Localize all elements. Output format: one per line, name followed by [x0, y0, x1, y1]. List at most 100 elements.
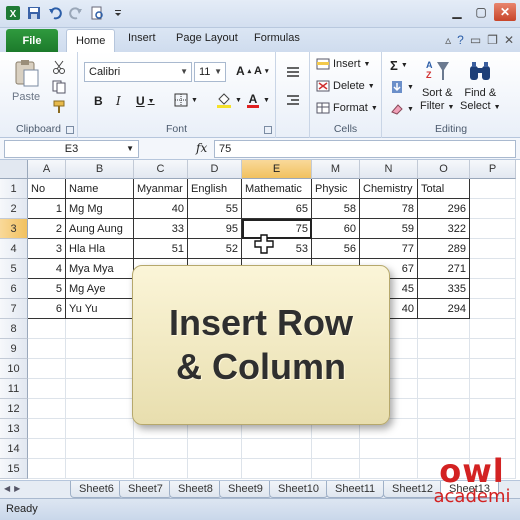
tab-insert[interactable]: Insert — [128, 32, 156, 44]
sheet-tab[interactable]: Sheet8 — [169, 481, 222, 498]
row-header[interactable]: 3 — [0, 219, 28, 239]
grid-cell[interactable]: 289 — [418, 239, 470, 259]
sheet-tab[interactable]: Sheet9 — [219, 481, 272, 498]
grid-cell[interactable] — [28, 359, 66, 379]
workbook-minimize-icon[interactable]: ▭ — [470, 33, 481, 47]
grid-cell[interactable]: 56 — [312, 239, 360, 259]
select-all-corner[interactable] — [0, 160, 28, 179]
grid-cell[interactable] — [418, 399, 470, 419]
undo-icon[interactable] — [46, 4, 64, 22]
grid-cell[interactable] — [470, 339, 516, 359]
sheet-tab[interactable]: Sheet6 — [70, 481, 123, 498]
grid-cell[interactable]: 5 — [28, 279, 66, 299]
row-header[interactable]: 8 — [0, 319, 28, 339]
grid-cell[interactable] — [418, 379, 470, 399]
grid-cell[interactable]: 51 — [134, 239, 188, 259]
indent-icon[interactable] — [286, 94, 300, 106]
grid-cell[interactable] — [242, 439, 312, 459]
grid-cell[interactable] — [66, 359, 134, 379]
grid-cell[interactable] — [470, 379, 516, 399]
header-cell[interactable]: Chemistry — [360, 179, 418, 199]
grid-cell[interactable] — [360, 439, 418, 459]
grid-cell[interactable] — [470, 199, 516, 219]
print-preview-icon[interactable] — [88, 4, 106, 22]
grid-cell[interactable]: Hla Hla — [66, 239, 134, 259]
grid-cell[interactable]: Aung Aung — [66, 219, 134, 239]
column-header[interactable]: P — [470, 160, 516, 179]
grid-cell[interactable] — [66, 399, 134, 419]
grid-cell[interactable]: 53 — [242, 239, 312, 259]
column-header[interactable]: A — [28, 160, 66, 179]
grid-cell[interactable]: 52 — [188, 239, 242, 259]
insert-cells-button[interactable]: Insert ▼ — [316, 58, 370, 70]
grid-cell[interactable]: 296 — [418, 199, 470, 219]
grid-cell[interactable] — [360, 459, 418, 479]
grid-cell[interactable] — [312, 439, 360, 459]
grid-cell[interactable]: 322 — [418, 219, 470, 239]
sheet-tab[interactable]: Sheet11 — [326, 481, 385, 498]
save-icon[interactable] — [25, 4, 43, 22]
row-header[interactable]: 11 — [0, 379, 28, 399]
grid-cell[interactable]: 59 — [360, 219, 418, 239]
column-header[interactable]: M — [312, 160, 360, 179]
minimize-icon[interactable]: ▁ — [446, 3, 468, 21]
grid-cell[interactable]: Yu Yu — [66, 299, 134, 319]
grid-cell[interactable] — [66, 379, 134, 399]
autosum-icon[interactable]: Σ ▼ — [390, 58, 408, 73]
workbook-restore-icon[interactable]: ❐ — [487, 33, 498, 47]
format-cells-button[interactable]: Format ▼ — [316, 102, 378, 114]
sheet-tab[interactable]: Sheet10 — [269, 481, 328, 498]
grid-cell[interactable] — [470, 259, 516, 279]
maximize-icon[interactable]: ▢ — [470, 3, 492, 21]
header-cell[interactable]: No — [28, 179, 66, 199]
grid-cell[interactable] — [66, 319, 134, 339]
grid-cell[interactable] — [188, 459, 242, 479]
grid-cell[interactable] — [28, 399, 66, 419]
grid-cell[interactable]: 55 — [188, 199, 242, 219]
last-sheet-icon[interactable]: ▶ — [14, 484, 20, 493]
grid-cell[interactable]: Mya Mya — [66, 259, 134, 279]
grid-cell[interactable] — [242, 459, 312, 479]
help-icon[interactable]: ? — [457, 33, 464, 47]
sheet-tab[interactable]: Sheet7 — [119, 481, 172, 498]
column-header[interactable]: D — [188, 160, 242, 179]
grid-cell[interactable]: 95 — [188, 219, 242, 239]
column-header[interactable]: C — [134, 160, 188, 179]
header-cell[interactable]: English — [188, 179, 242, 199]
grid-cell[interactable]: 335 — [418, 279, 470, 299]
paste-button[interactable]: Paste — [12, 58, 40, 103]
minimize-ribbon-icon[interactable]: ▵ — [445, 33, 451, 47]
header-cell[interactable]: Myanmar — [134, 179, 188, 199]
shrink-font-icon[interactable]: A ▾ — [254, 65, 268, 77]
grid-cell[interactable] — [66, 439, 134, 459]
font-launcher-icon[interactable] — [264, 126, 272, 134]
clear-icon[interactable]: ▼ — [390, 102, 414, 116]
align-icon[interactable] — [286, 66, 300, 78]
font-name-combo[interactable]: Calibri ▼ — [84, 62, 192, 82]
borders-icon[interactable]: ▼ — [174, 93, 198, 107]
grid-cell[interactable] — [470, 359, 516, 379]
name-box[interactable]: E3 ▼ — [4, 140, 139, 158]
grid-cell[interactable] — [28, 319, 66, 339]
grid-cell[interactable] — [28, 439, 66, 459]
grid-cell[interactable] — [28, 339, 66, 359]
grid-cell[interactable]: 65 — [242, 199, 312, 219]
grid-cell[interactable] — [134, 459, 188, 479]
find-select-button[interactable]: Find & Select ▼ — [460, 58, 501, 112]
font-color-icon[interactable]: A ▼ — [246, 92, 270, 108]
row-header[interactable]: 4 — [0, 239, 28, 259]
grid-cell[interactable] — [470, 319, 516, 339]
grid-cell[interactable] — [66, 339, 134, 359]
bold-icon[interactable]: B — [94, 94, 103, 108]
grid-cell[interactable] — [470, 399, 516, 419]
grid-cell[interactable] — [470, 299, 516, 319]
column-header[interactable]: B — [66, 160, 134, 179]
row-header[interactable]: 14 — [0, 439, 28, 459]
grow-font-icon[interactable]: A ▴ — [236, 64, 251, 78]
grid-cell[interactable] — [312, 459, 360, 479]
grid-cell[interactable]: 33 — [134, 219, 188, 239]
fill-down-icon[interactable]: ▼ — [390, 80, 414, 94]
insert-function-icon[interactable]: fx — [196, 141, 207, 155]
redo-icon[interactable] — [67, 4, 85, 22]
grid-cell[interactable] — [418, 359, 470, 379]
